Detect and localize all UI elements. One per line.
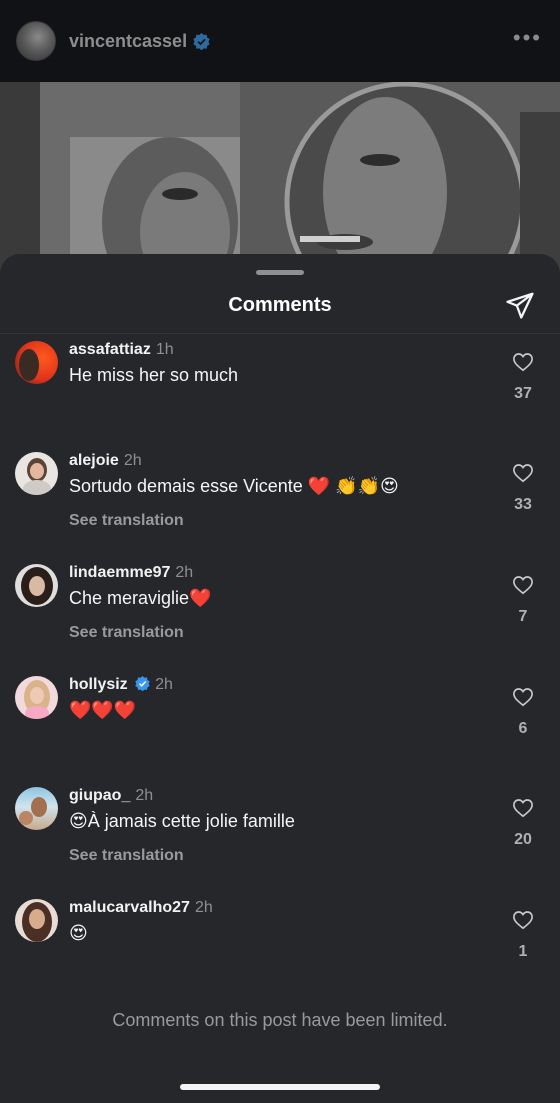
comment-timestamp: 2h: [194, 899, 213, 916]
comment-username-text[interactable]: assafattiaz: [69, 341, 151, 358]
see-translation-link[interactable]: See translation: [69, 847, 184, 865]
comment-username[interactable]: alejoie 2h: [69, 452, 142, 470]
comment-text: 😍: [69, 923, 88, 943]
post-image: [0, 82, 560, 282]
comment-timestamp: 2h: [155, 676, 173, 693]
comment-text: Che meraviglie❤️: [69, 588, 212, 608]
comment-item: giupao_ 2h 😍À jamais cette jolie famille …: [0, 787, 560, 898]
sheet-drag-handle[interactable]: [256, 270, 304, 275]
comment-username[interactable]: hollysiz 2h: [69, 676, 173, 694]
more-horizontal-icon[interactable]: •••: [513, 27, 542, 49]
heart-icon[interactable]: [512, 910, 534, 930]
comment-timestamp: 2h: [175, 564, 194, 581]
comment-text: 😍À jamais cette jolie famille: [69, 811, 295, 831]
comment-username-text[interactable]: giupao_: [69, 787, 130, 804]
comment-item: lindaemme97 2h Che meraviglie❤️ See trans…: [0, 564, 560, 675]
verified-badge-icon: [193, 32, 210, 50]
comment-item: hollysiz 2h ❤️❤️❤️ 6: [0, 676, 560, 787]
verified-badge-icon: [135, 676, 150, 692]
avatar[interactable]: [15, 787, 58, 830]
comment-username-text[interactable]: malucarvalho27: [69, 899, 190, 916]
like-count: 1: [518, 943, 528, 960]
comment-username[interactable]: malucarvalho27 2h: [69, 899, 213, 917]
paper-plane-icon[interactable]: [505, 290, 535, 320]
like-count: 7: [518, 608, 528, 625]
avatar[interactable]: [15, 564, 58, 607]
see-translation-link[interactable]: See translation: [69, 624, 184, 642]
comments-sheet: Comments assafattiaz 1h He miss her so mu…: [0, 254, 560, 1103]
heart-icon[interactable]: [512, 463, 534, 483]
post-author-avatar[interactable]: [16, 21, 56, 61]
like-count: 20: [514, 831, 532, 848]
comment-username-text[interactable]: alejoie: [69, 452, 119, 469]
heart-icon[interactable]: [512, 352, 534, 372]
heart-icon[interactable]: [512, 687, 534, 707]
comment-timestamp: 1h: [155, 341, 174, 358]
comment-username-text[interactable]: lindaemme97: [69, 564, 170, 581]
comment-username[interactable]: assafattiaz 1h: [69, 341, 174, 359]
heart-icon[interactable]: [512, 798, 534, 818]
comment-username[interactable]: lindaemme97 2h: [69, 564, 193, 582]
like-count: 33: [514, 496, 532, 513]
comment-text: ❤️❤️❤️: [69, 700, 137, 720]
comment-item: malucarvalho27 2h 😍 1: [0, 899, 560, 1010]
comment-text: Sortudo demais esse Vicente ❤️ 👏👏😍: [69, 476, 399, 496]
comment-username-text[interactable]: hollysiz: [69, 676, 128, 693]
header-divider: [0, 333, 560, 334]
home-indicator[interactable]: [180, 1084, 380, 1090]
comments-limited-notice: Comments on this post have been limited.: [112, 1010, 448, 1030]
post-photo-graphic: [0, 82, 560, 282]
avatar[interactable]: [15, 452, 58, 495]
sheet-title: Comments: [228, 294, 332, 316]
avatar[interactable]: [15, 899, 58, 942]
comment-text: He miss her so much: [69, 365, 239, 385]
comment-timestamp: 2h: [135, 787, 154, 804]
like-count: 6: [518, 720, 528, 737]
avatar[interactable]: [15, 341, 58, 384]
comment-username[interactable]: giupao_ 2h: [69, 787, 153, 805]
comment-item: assafattiaz 1h He miss her so much 37: [0, 341, 560, 452]
comment-item: alejoie 2h Sortudo demais esse Vicente ❤️…: [0, 452, 560, 563]
comment-timestamp: 2h: [123, 452, 142, 469]
avatar[interactable]: [15, 676, 58, 719]
post-author-username[interactable]: vincentcassel: [69, 31, 187, 52]
see-translation-link[interactable]: See translation: [69, 512, 184, 530]
like-count: 37: [514, 385, 532, 402]
post-header: vincentcassel •••: [0, 0, 560, 82]
heart-icon[interactable]: [512, 575, 534, 595]
